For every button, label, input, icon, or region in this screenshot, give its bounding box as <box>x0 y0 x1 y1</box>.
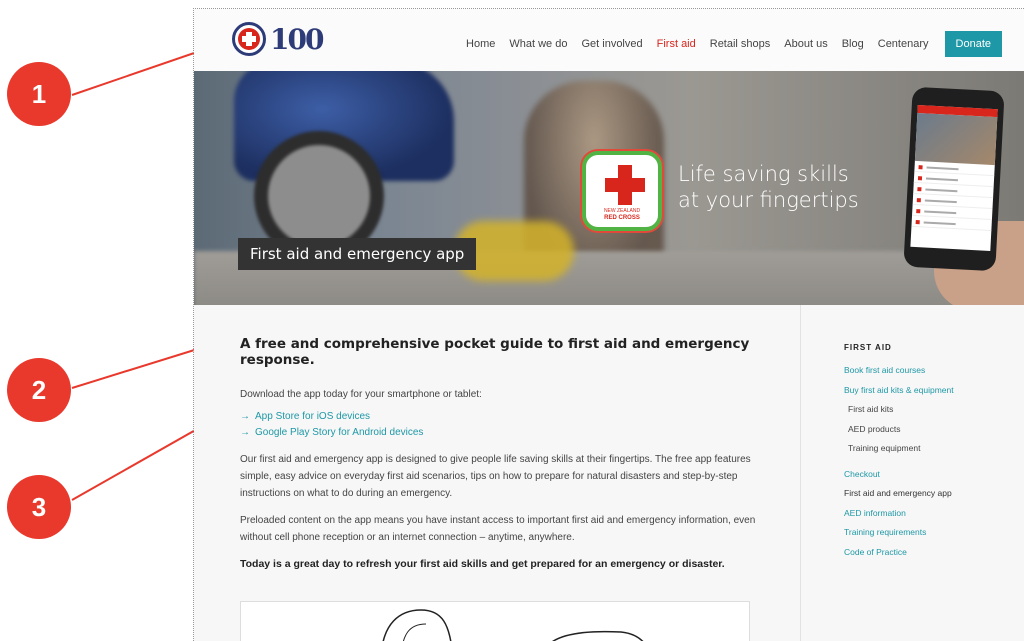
nav-retail-shops[interactable]: Retail shops <box>710 38 771 50</box>
nav-what-we-do[interactable]: What we do <box>509 38 567 50</box>
site-logo[interactable]: 100 <box>232 22 324 56</box>
callout-badge-1: 1 <box>7 62 71 126</box>
page-headline: A free and comprehensive pocket guide to… <box>240 336 750 368</box>
sketch-illustration <box>382 609 644 641</box>
sidebar-link-checkout[interactable]: Checkout <box>844 465 1014 485</box>
main-nav: Home What we do Get involved First aid R… <box>452 31 1002 57</box>
app-store-link[interactable]: → App Store for iOS devices <box>240 409 760 425</box>
phone-mockup <box>903 86 1005 272</box>
website: 100 Home What we do Get involved First a… <box>194 9 1024 641</box>
content-divider <box>800 305 801 641</box>
tagline-line-2: at your fingertips <box>678 188 859 212</box>
logo-centenary-text: 100 <box>270 22 324 56</box>
hero-caption: First aid and emergency app <box>238 238 477 270</box>
offline-paragraph: Preloaded content on the app means you h… <box>240 515 756 543</box>
callout-badge-2: 2 <box>7 358 71 422</box>
donate-button[interactable]: Donate <box>944 31 1002 57</box>
download-intro: Download the app today for your smartpho… <box>240 389 482 400</box>
main-content: A free and comprehensive pocket guide to… <box>240 336 760 641</box>
tagline-line-1: Life saving skills <box>678 162 849 186</box>
google-play-link[interactable]: → Google Play Story for Android devices <box>240 425 760 441</box>
sidebar-current-item: First aid and emergency app <box>844 488 952 498</box>
sidebar-link-aed-information[interactable]: AED information <box>844 504 1014 524</box>
app-icon-label-small: NEW ZEALAND <box>603 208 641 214</box>
sidebar-sub-first-aid-kits[interactable]: First aid kits <box>844 400 1014 420</box>
sidebar-link-code-of-practice[interactable]: Code of Practice <box>844 543 1014 563</box>
illustration-image <box>240 601 750 641</box>
nav-get-involved[interactable]: Get involved <box>581 38 642 50</box>
app-icon-label-big: RED CROSS <box>604 215 640 221</box>
sidebar-link-training-requirements[interactable]: Training requirements <box>844 523 1014 543</box>
intro-paragraph: Our first aid and emergency app is desig… <box>240 454 751 499</box>
hero-banner: NEW ZEALAND RED CROSS Life saving skills… <box>194 71 1024 305</box>
arrow-right-icon: → <box>240 411 250 422</box>
nav-centenary[interactable]: Centenary <box>878 38 929 50</box>
site-header: 100 Home What we do Get involved First a… <box>194 9 1024 71</box>
nav-about-us[interactable]: About us <box>784 38 827 50</box>
arrow-right-icon: → <box>240 427 250 438</box>
nav-blog[interactable]: Blog <box>842 38 864 50</box>
sidebar-title: FIRST AID <box>844 343 892 352</box>
red-cross-logo-icon <box>232 22 266 56</box>
nav-first-aid[interactable]: First aid <box>657 38 696 50</box>
sidebar-sub-training-equipment[interactable]: Training equipment <box>844 439 1014 459</box>
sidebar-link-buy-kits[interactable]: Buy first aid kits & equipment <box>844 381 1014 401</box>
hero-tagline: Life saving skills at your fingertips <box>678 161 878 213</box>
phone-screen <box>910 105 998 251</box>
sidebar-sub-aed-products[interactable]: AED products <box>844 420 1014 440</box>
sidebar-link-book-courses[interactable]: Book first aid courses <box>844 361 1014 381</box>
call-to-action-text: Today is a great day to refresh your fir… <box>240 558 725 570</box>
sidebar-nav: FIRST AID Book first aid courses Buy fir… <box>844 343 1014 562</box>
nav-home[interactable]: Home <box>466 38 495 50</box>
red-cross-app-icon: NEW ZEALAND RED CROSS <box>582 151 662 231</box>
callout-badge-3: 3 <box>7 475 71 539</box>
